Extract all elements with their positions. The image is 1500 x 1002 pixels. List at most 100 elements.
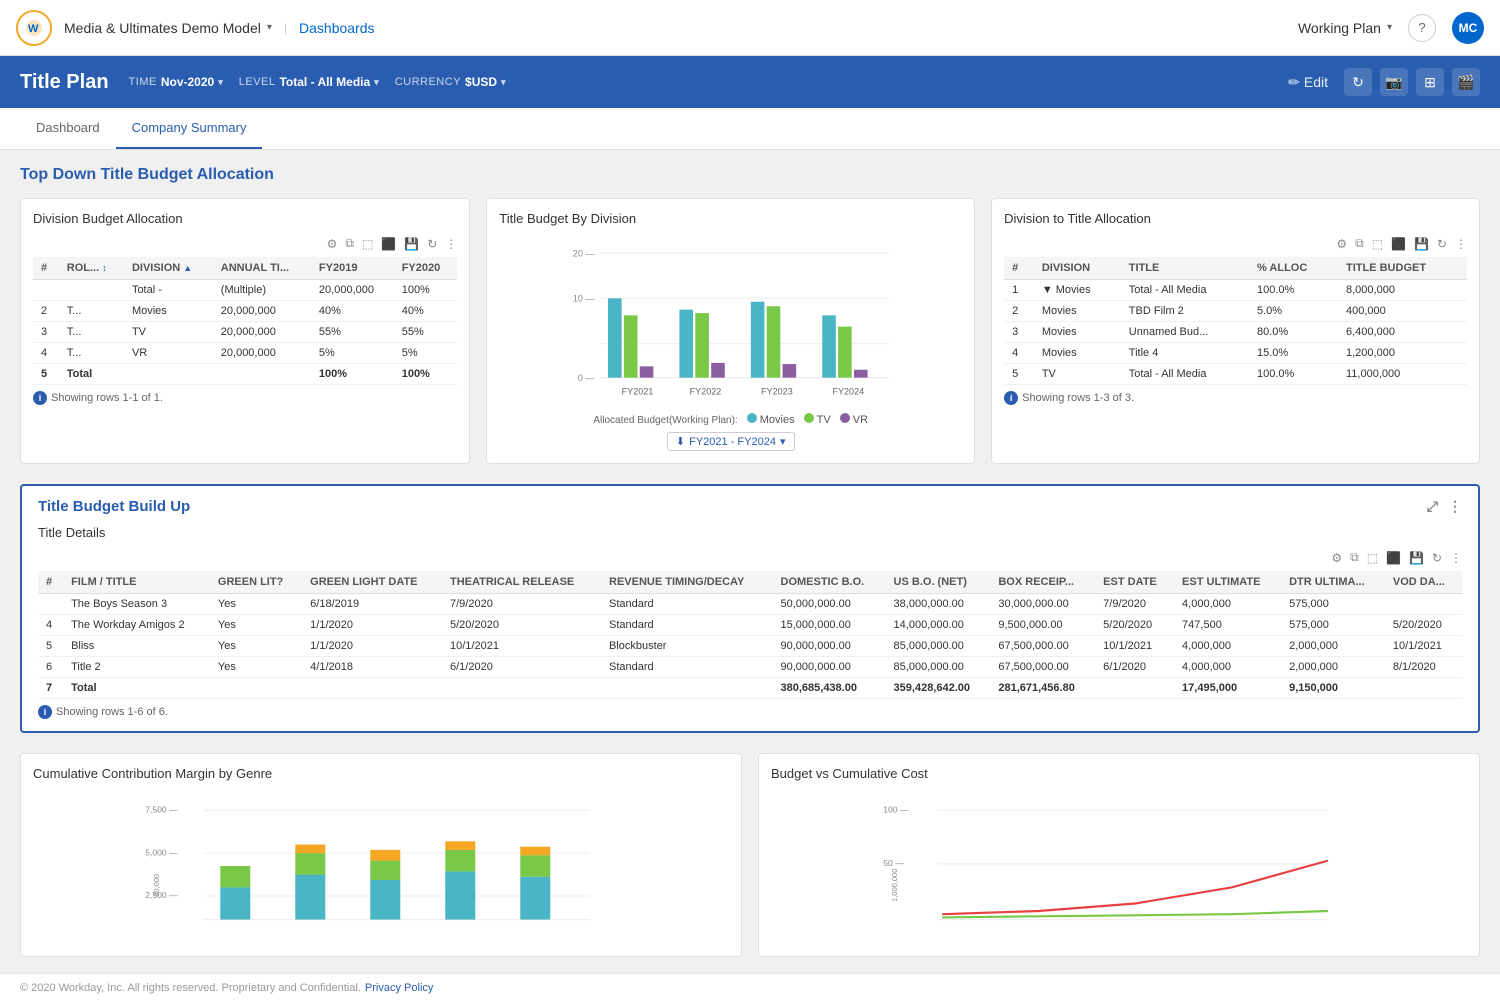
top-cards-row: Division Budget Allocation ⚙ ⧉ ⬚ ⬛ 💾 ↻ ⋮… xyxy=(20,198,1480,464)
save-icon3[interactable]: 💾 xyxy=(1409,551,1424,565)
export-icon[interactable]: ⬚ xyxy=(362,237,373,251)
svg-text:100 —: 100 — xyxy=(883,804,909,814)
col-revenue: REVENUE TIMING/DECAY xyxy=(601,571,773,594)
filter-icon2[interactable]: ⚙ xyxy=(1336,237,1347,251)
table-row: 3 Movies Unnamed Bud... 80.0% 6,400,000 xyxy=(1004,322,1467,343)
svg-text:30,000: 30,000 xyxy=(152,874,161,897)
download-icon: ⬇ xyxy=(676,435,685,448)
level-control[interactable]: LEVEL Total - All Media ▾ xyxy=(239,75,379,89)
title-budget-chart-card: Title Budget By Division $,000,000 20 — … xyxy=(486,198,975,464)
working-plan-btn[interactable]: Working Plan ▾ xyxy=(1298,20,1392,36)
footer: © 2020 Workday, Inc. All rights reserved… xyxy=(0,973,1500,1002)
col-dtr: DTR ULTIMA... xyxy=(1281,571,1385,594)
table-row: 2 T... Movies 20,000,000 40% 40% xyxy=(33,301,457,322)
division-budget-card: Division Budget Allocation ⚙ ⧉ ⬚ ⬛ 💾 ↻ ⋮… xyxy=(20,198,470,464)
title-budget-svg: $,000,000 20 — 10 — 0 — xyxy=(499,236,962,406)
more-icon2[interactable]: ⋮ xyxy=(1455,237,1467,251)
time-value[interactable]: Nov-2020 ▾ xyxy=(161,75,223,89)
time-label: TIME xyxy=(129,76,157,88)
tabs-bar: Dashboard Company Summary xyxy=(0,108,1500,150)
copy-icon2[interactable]: ⧉ xyxy=(1355,236,1364,251)
cumulative-margin-title: Cumulative Contribution Margin by Genre xyxy=(33,766,729,781)
import-icon3[interactable]: ⬛ xyxy=(1386,551,1401,565)
help-button[interactable]: ? xyxy=(1408,14,1436,42)
table-row: 4 Movies Title 4 15.0% 1,200,000 xyxy=(1004,343,1467,364)
svg-text:50 —: 50 — xyxy=(883,858,904,868)
legend-tv: TV xyxy=(804,414,831,426)
dashboards-link[interactable]: Dashboards xyxy=(299,20,375,36)
table-row-total: 5 Total 100% 100% xyxy=(33,364,457,385)
legend-movies: Movies xyxy=(747,414,795,426)
col-hash3: # xyxy=(38,571,63,594)
col-film-title: FILM / TITLE xyxy=(63,571,210,594)
level-value[interactable]: Total - All Media ▾ xyxy=(279,75,378,89)
table-row: 4 T... VR 20,000,000 5% 5% xyxy=(33,343,457,364)
currency-value[interactable]: $USD ▾ xyxy=(465,75,506,89)
export-icon3[interactable]: ⬚ xyxy=(1367,551,1378,565)
privacy-policy-link[interactable]: Privacy Policy xyxy=(365,982,433,994)
nav-right: Working Plan ▾ ? MC xyxy=(1298,12,1484,44)
svg-text:FY2023: FY2023 xyxy=(761,387,793,397)
table-row: 6 Title 2 Yes 4/1/2018 6/1/2020 Standard… xyxy=(38,657,1462,678)
title-details-title: Title Details xyxy=(38,525,1462,540)
col-us-bo: US B.O. (NET) xyxy=(886,571,991,594)
title-details-showing: i Showing rows 1-6 of 6. xyxy=(38,705,1462,719)
save-icon[interactable]: 💾 xyxy=(404,237,419,251)
currency-control[interactable]: CURRENCY $USD ▾ xyxy=(395,75,506,89)
copy-icon3[interactable]: ⧉ xyxy=(1350,550,1359,565)
table-row-total: 7 Total 380,685,438.00 359,428,642.00 28… xyxy=(38,678,1462,699)
table-row: 2 Movies TBD Film 2 5.0% 400,000 xyxy=(1004,301,1467,322)
col-title-budget: TITLE BUDGET xyxy=(1338,257,1467,280)
edit-button[interactable]: ✏ Edit xyxy=(1280,70,1336,95)
col-division[interactable]: DIVISION ▲ xyxy=(124,257,213,280)
division-title-showing: i Showing rows 1-3 of 3. xyxy=(1004,391,1467,405)
time-control[interactable]: TIME Nov-2020 ▾ xyxy=(129,75,223,89)
export-icon2[interactable]: ⬚ xyxy=(1372,237,1383,251)
currency-label: CURRENCY xyxy=(395,76,461,88)
title-budget-chart-area: $,000,000 20 — 10 — 0 — xyxy=(499,236,962,451)
title-details-table: # FILM / TITLE GREEN LIT? GREEN LIGHT DA… xyxy=(38,571,1462,699)
refresh-button[interactable]: ↻ xyxy=(1344,68,1372,96)
filter-icon[interactable]: ⚙ xyxy=(327,237,338,251)
cumulative-margin-chart: Cumulative Contribution Margin by Genre … xyxy=(20,753,742,957)
model-dropdown-arrow: ▾ xyxy=(267,22,272,33)
budget-cost-svg: 100 — 50 — 1,000,000 xyxy=(771,791,1467,941)
expand-icon[interactable]: ⤢ xyxy=(1427,498,1438,515)
user-avatar[interactable]: MC xyxy=(1452,12,1484,44)
col-green-lit: GREEN LIT? xyxy=(210,571,302,594)
model-name[interactable]: Media & Ultimates Demo Model ▾ xyxy=(64,20,272,36)
import-icon2[interactable]: ⬛ xyxy=(1391,237,1406,251)
save-icon2[interactable]: 💾 xyxy=(1414,237,1429,251)
more-icon3[interactable]: ⋮ xyxy=(1450,551,1462,565)
refresh-icon3[interactable]: ↻ xyxy=(1432,551,1442,565)
title-bar-actions: ✏ Edit ↻ 📷 ⊞ 🎬 xyxy=(1280,68,1480,96)
build-up-section: Title Budget Build Up ⤢ ⋮ Title Details … xyxy=(20,484,1480,733)
filter-icon3[interactable]: ⚙ xyxy=(1331,551,1342,565)
more-icon[interactable]: ⋮ xyxy=(445,237,457,251)
camera-button[interactable]: 📷 xyxy=(1380,68,1408,96)
col-est-ultimate: EST ULTIMATE xyxy=(1174,571,1281,594)
build-up-actions: ⤢ ⋮ xyxy=(1427,498,1462,515)
video-button[interactable]: 🎬 xyxy=(1452,68,1480,96)
refresh-table-icon[interactable]: ↻ xyxy=(427,237,437,251)
legend-allocated-budget: Allocated Budget(Working Plan): xyxy=(593,415,737,426)
chart-date-range[interactable]: ⬇ FY2021 - FY2024 ▾ xyxy=(499,432,962,451)
tab-company-summary[interactable]: Company Summary xyxy=(116,108,263,149)
copy-icon[interactable]: ⧉ xyxy=(345,236,354,251)
build-up-more-icon[interactable]: ⋮ xyxy=(1448,498,1462,515)
date-range-arrow: ▾ xyxy=(780,435,786,448)
division-budget-title: Division Budget Allocation xyxy=(33,211,457,226)
tab-dashboard[interactable]: Dashboard xyxy=(20,108,116,149)
table-row: 1 ▼ Movies Total - All Media 100.0% 8,00… xyxy=(1004,280,1467,301)
import-icon[interactable]: ⬛ xyxy=(381,237,396,251)
grid-view-button[interactable]: ⊞ xyxy=(1416,68,1444,96)
info-icon2: i xyxy=(1004,391,1018,405)
table-row: 3 T... TV 20,000,000 55% 55% xyxy=(33,322,457,343)
svg-text:0 —: 0 — xyxy=(578,373,596,383)
nav-separator: | xyxy=(284,21,287,35)
col-fy2019: FY2019 xyxy=(311,257,394,280)
refresh-icon2[interactable]: ↻ xyxy=(1437,237,1447,251)
table-row: 5 TV Total - All Media 100.0% 11,000,000 xyxy=(1004,364,1467,385)
col-rol[interactable]: ROL... ↕ xyxy=(59,257,124,280)
division-budget-toolbar: ⚙ ⧉ ⬚ ⬛ 💾 ↻ ⋮ xyxy=(33,236,457,251)
